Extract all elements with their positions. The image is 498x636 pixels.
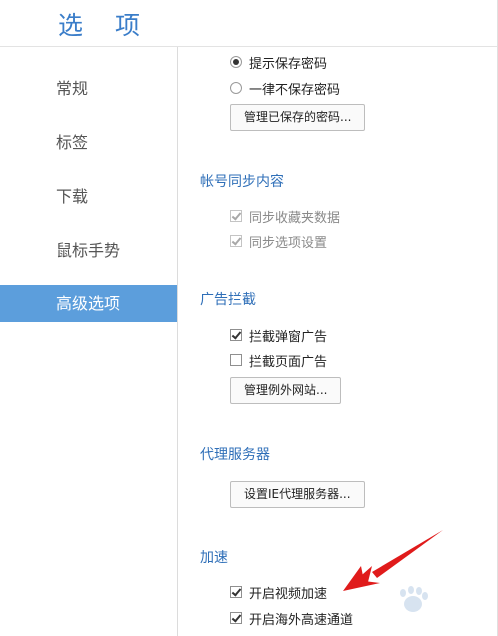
checkbox-label: 同步选项设置 (249, 235, 328, 251)
checkbox-label: 同步收藏夹数据 (249, 210, 341, 226)
sidebar-item-downloads[interactable]: 下载 (0, 178, 177, 215)
checkbox-sync-favorites: 同步收藏夹数据 (230, 207, 341, 226)
checkbox-indicator[interactable] (230, 586, 242, 598)
sidebar: 常规 标签 下载 鼠标手势 高级选项 (0, 47, 178, 636)
checkbox-video-acceleration[interactable]: 开启视频加速 (230, 583, 328, 602)
sidebar-item-tabs[interactable]: 标签 (0, 124, 177, 161)
sidebar-item-general[interactable]: 常规 (0, 70, 177, 107)
radio-never-save-password[interactable]: 一律不保存密码 (230, 79, 341, 98)
sidebar-item-advanced[interactable]: 高级选项 (0, 285, 177, 322)
section-title-sync: 帐号同步内容 (200, 174, 284, 190)
radio-indicator[interactable] (230, 56, 242, 68)
checkbox-label: 开启海外高速通道 (249, 612, 354, 628)
manage-saved-passwords-button[interactable]: 管理已保存的密码... (230, 104, 366, 131)
section-title-accel: 加速 (200, 550, 228, 566)
checkbox-block-popups[interactable]: 拦截弹窗广告 (230, 326, 328, 345)
radio-label: 一律不保存密码 (249, 82, 341, 98)
checkbox-sync-settings: 同步选项设置 (230, 232, 328, 251)
checkbox-label: 拦截页面广告 (249, 354, 328, 370)
section-title-adblock: 广告拦截 (200, 292, 256, 308)
radio-indicator[interactable] (230, 82, 242, 94)
radio-prompt-save-password[interactable]: 提示保存密码 (230, 53, 328, 72)
manage-exception-sites-button[interactable]: 管理例外网站... (230, 377, 342, 404)
checkbox-indicator (230, 235, 242, 247)
settings-panel: 提示保存密码 一律不保存密码 管理已保存的密码... 帐号同步内容 同步收藏夹数… (178, 47, 497, 636)
checkbox-indicator[interactable] (230, 329, 242, 341)
checkbox-indicator[interactable] (230, 354, 242, 366)
checkbox-label: 开启视频加速 (249, 586, 328, 602)
checkbox-overseas-fast-channel[interactable]: 开启海外高速通道 (230, 609, 354, 628)
sidebar-item-mouse-gestures[interactable]: 鼠标手势 (0, 232, 177, 269)
checkbox-indicator[interactable] (230, 612, 242, 624)
set-ie-proxy-button[interactable]: 设置IE代理服务器... (230, 481, 365, 508)
section-title-proxy: 代理服务器 (200, 447, 270, 463)
page-title: 选 项 (58, 11, 152, 40)
checkbox-block-page-ads[interactable]: 拦截页面广告 (230, 351, 328, 370)
options-window: 选 项 常规 标签 下载 鼠标手势 高级选项 提示保存密码 一律不保存密码 管理… (0, 0, 498, 636)
checkbox-indicator (230, 210, 242, 222)
radio-label: 提示保存密码 (249, 56, 328, 72)
checkbox-label: 拦截弹窗广告 (249, 329, 328, 345)
